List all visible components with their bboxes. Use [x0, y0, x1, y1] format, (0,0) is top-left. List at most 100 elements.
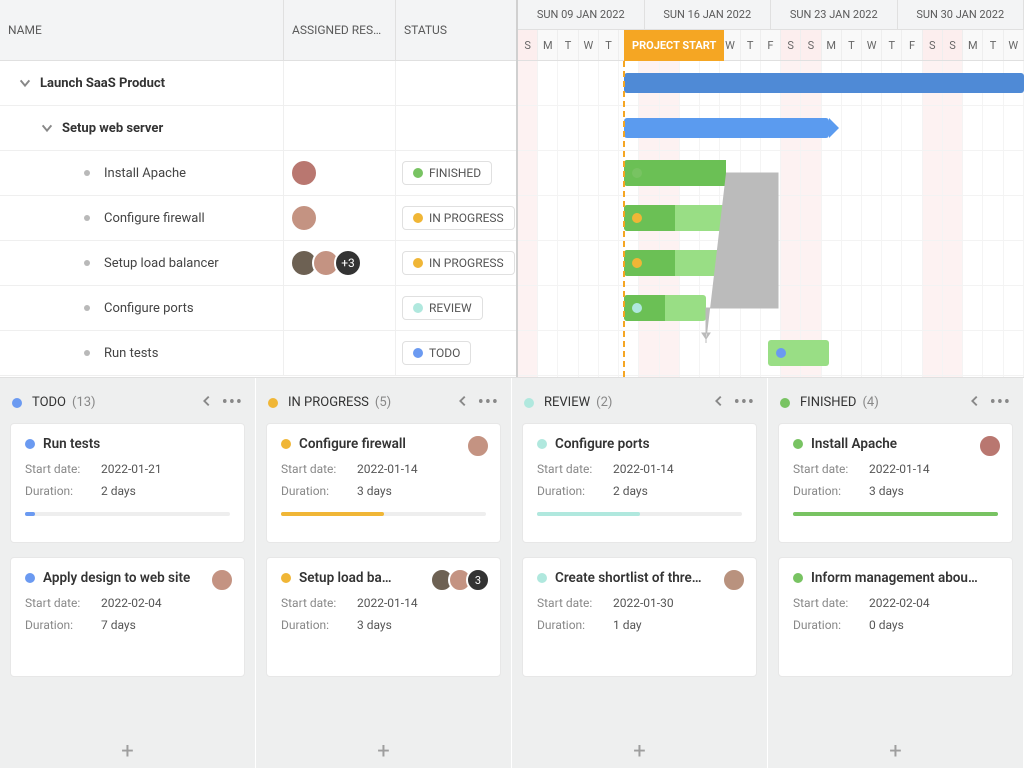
task-name: Run tests: [104, 346, 158, 361]
chevron-left-icon[interactable]: [200, 394, 214, 412]
start-label: Start date:: [25, 462, 101, 476]
status-pill[interactable]: FINISHED: [402, 161, 492, 185]
bullet-icon: [84, 350, 90, 356]
kanban-card[interactable]: 3Setup load ba…Start date:2022-01-14Dura…: [266, 557, 501, 677]
week-cell: SUN 09 JAN 2022: [518, 0, 645, 29]
timeline-row: [518, 331, 1024, 376]
start-value: 2022-01-21: [101, 462, 162, 476]
kanban-board: TODO(13)•••Run testsStart date:2022-01-2…: [0, 378, 1024, 768]
day-cell: S: [518, 30, 538, 60]
add-card-button[interactable]: +: [256, 735, 511, 768]
avatar[interactable]: [210, 568, 234, 592]
duration-value: 3 days: [357, 484, 392, 498]
status-pill[interactable]: IN PROGRESS: [402, 251, 515, 275]
start-value: 2022-01-14: [613, 462, 674, 476]
status-label: TODO: [429, 346, 460, 360]
start-value: 2022-01-14: [869, 462, 930, 476]
chevron-left-icon[interactable]: [712, 394, 726, 412]
duration-value: 2 days: [613, 484, 648, 498]
avatar[interactable]: [978, 434, 1002, 458]
kanban-card[interactable]: Configure portsStart date:2022-01-14Dura…: [522, 423, 757, 543]
kanban-card[interactable]: Apply design to web siteStart date:2022-…: [10, 557, 245, 677]
cards-list: Configure portsStart date:2022-01-14Dura…: [512, 423, 767, 735]
task-bar[interactable]: [624, 250, 726, 276]
card-title: Run tests: [43, 436, 230, 452]
start-label: Start date:: [793, 462, 869, 476]
kanban-card[interactable]: Create shortlist of thre…Start date:2022…: [522, 557, 757, 677]
chevron-down-icon[interactable]: [38, 119, 56, 137]
avatar-overflow[interactable]: +3: [334, 249, 362, 277]
status-dot-icon: [413, 303, 423, 313]
task-row[interactable]: Setup load balancer +3 IN PROGRESS: [0, 241, 516, 286]
chevron-left-icon[interactable]: [968, 394, 982, 412]
more-icon[interactable]: •••: [478, 392, 499, 413]
cards-list: Run testsStart date:2022-01-21Duration:2…: [0, 423, 255, 735]
project-bar[interactable]: [624, 73, 1024, 93]
add-card-button[interactable]: +: [0, 735, 255, 768]
status-pill[interactable]: IN PROGRESS: [402, 206, 515, 230]
timeline-row: [518, 61, 1024, 106]
status-dot-icon: [12, 398, 22, 408]
task-name: Setup load balancer: [104, 256, 219, 271]
column-count: (13): [72, 395, 96, 410]
status-dot-icon: [537, 439, 547, 449]
task-row[interactable]: Setup web server: [0, 106, 516, 151]
avatar[interactable]: [466, 434, 490, 458]
chevron-down-icon[interactable]: [16, 74, 34, 92]
chevron-left-icon[interactable]: [456, 394, 470, 412]
task-name: Install Apache: [104, 166, 186, 181]
duration-label: Duration:: [537, 484, 613, 498]
col-header-name[interactable]: NAME: [0, 0, 284, 60]
status-pill[interactable]: TODO: [402, 341, 471, 365]
day-cell: M: [963, 30, 983, 60]
more-icon[interactable]: •••: [990, 392, 1011, 413]
card-title: Apply design to web site: [43, 570, 230, 586]
progress-bar: [537, 512, 742, 516]
duration-label: Duration:: [281, 618, 357, 632]
kanban-column-review: REVIEW(2)•••Configure portsStart date:20…: [512, 378, 768, 768]
card-title: Create shortlist of thre…: [555, 570, 742, 586]
timeline-row: [518, 196, 1024, 241]
column-header: REVIEW(2)•••: [512, 378, 767, 423]
status-dot-icon: [413, 213, 423, 223]
task-bar[interactable]: [624, 295, 706, 321]
week-cell: SUN 30 JAN 2022: [898, 0, 1024, 29]
progress-bar: [25, 512, 230, 516]
start-value: 2022-01-14: [357, 596, 418, 610]
more-icon[interactable]: •••: [222, 392, 243, 413]
avatar[interactable]: [722, 568, 746, 592]
avatar[interactable]: [290, 159, 318, 187]
task-table: NAME ASSIGNED RES… STATUS Launch SaaS Pr…: [0, 0, 518, 377]
kanban-card[interactable]: Inform management abou…Start date:2022-0…: [778, 557, 1013, 677]
task-bar[interactable]: [624, 205, 726, 231]
task-row[interactable]: Run tests TODO: [0, 331, 516, 376]
avatar[interactable]: [290, 204, 318, 232]
duration-label: Duration:: [281, 484, 357, 498]
task-row[interactable]: Configure ports REVIEW: [0, 286, 516, 331]
task-bar[interactable]: [624, 160, 726, 186]
col-header-status[interactable]: STATUS: [396, 0, 516, 60]
add-card-button[interactable]: +: [512, 735, 767, 768]
kanban-card[interactable]: Configure firewallStart date:2022-01-14D…: [266, 423, 501, 543]
duration-value: 0 days: [869, 618, 904, 632]
timeline[interactable]: SUN 09 JAN 2022SUN 16 JAN 2022SUN 23 JAN…: [518, 0, 1024, 377]
bullet-icon: [84, 305, 90, 311]
add-card-button[interactable]: +: [768, 735, 1023, 768]
more-icon[interactable]: •••: [734, 392, 755, 413]
avatar-overflow[interactable]: 3: [466, 568, 490, 592]
task-row[interactable]: Launch SaaS Product: [0, 61, 516, 106]
card-title: Configure ports: [555, 436, 742, 452]
status-dot-icon: [268, 398, 278, 408]
task-bar[interactable]: [768, 340, 829, 366]
summary-bar[interactable]: [624, 118, 829, 138]
duration-value: 7 days: [101, 618, 136, 632]
task-row[interactable]: Configure firewallIN PROGRESS: [0, 196, 516, 241]
kanban-card[interactable]: Run testsStart date:2022-01-21Duration:2…: [10, 423, 245, 543]
status-pill[interactable]: REVIEW: [402, 296, 483, 320]
kanban-card[interactable]: Install ApacheStart date:2022-01-14Durat…: [778, 423, 1013, 543]
task-name: Configure ports: [104, 301, 194, 316]
cards-list: Configure firewallStart date:2022-01-14D…: [256, 423, 511, 735]
card-title: Inform management abou…: [811, 570, 998, 586]
col-header-assigned[interactable]: ASSIGNED RES…: [284, 0, 396, 60]
task-row[interactable]: Install Apache FINISHED: [0, 151, 516, 196]
